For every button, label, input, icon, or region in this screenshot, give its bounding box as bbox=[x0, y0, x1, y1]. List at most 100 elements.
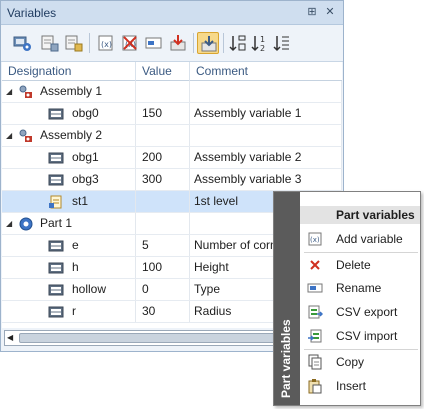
sort-order-icon[interactable] bbox=[271, 32, 293, 54]
menu-item-label: Rename bbox=[336, 281, 382, 295]
insert-icon bbox=[307, 378, 323, 394]
variable-icon bbox=[48, 260, 64, 276]
tree-row-group[interactable]: ◢ Assembly 1 bbox=[2, 81, 342, 103]
menu-item-insert[interactable]: Insert bbox=[300, 375, 420, 397]
menu-separator bbox=[304, 349, 418, 350]
menu-item-label: Delete bbox=[336, 258, 371, 272]
assembly-icon bbox=[18, 128, 34, 144]
column-header-value[interactable]: Value bbox=[136, 62, 190, 81]
context-menu: Part variables Part variables (x) Add va… bbox=[273, 191, 421, 406]
rename-icon bbox=[307, 280, 323, 296]
svg-text:(x): (x) bbox=[310, 236, 320, 244]
menu-item-label: CSV import bbox=[336, 329, 398, 343]
delete-variable-icon[interactable]: (x) bbox=[119, 32, 141, 54]
menu-item-delete[interactable]: Delete bbox=[300, 254, 420, 276]
global-variables-icon[interactable] bbox=[63, 32, 85, 54]
row-label: obg3 bbox=[72, 172, 99, 186]
assembly-icon bbox=[18, 84, 34, 100]
add-variable-icon: (x) bbox=[307, 231, 323, 247]
toolbar-separator bbox=[223, 33, 224, 53]
rename-variable-icon[interactable] bbox=[143, 32, 165, 54]
row-label: hollow bbox=[72, 282, 107, 296]
close-icon[interactable]: ✕ bbox=[323, 5, 337, 19]
delete-x-icon bbox=[307, 257, 323, 273]
tree-row-variable[interactable]: obg0 150 Assembly variable 1 bbox=[2, 103, 342, 125]
menu-item-csv-import[interactable]: CSV import bbox=[300, 325, 420, 347]
menu-item-copy[interactable]: Copy bbox=[300, 351, 420, 373]
export-variable-icon[interactable] bbox=[167, 32, 189, 54]
part-icon bbox=[18, 216, 34, 232]
row-label: r bbox=[72, 304, 76, 318]
menu-item-csv-export[interactable]: CSV export bbox=[300, 301, 420, 323]
row-label: Assembly 2 bbox=[40, 128, 103, 142]
collapse-arrow-icon[interactable]: ◢ bbox=[6, 125, 16, 146]
csv-export-icon bbox=[307, 304, 323, 320]
variable-icon bbox=[48, 238, 64, 254]
row-label: obg1 bbox=[72, 150, 99, 164]
row-comment[interactable]: Assembly variable 1 bbox=[190, 103, 342, 124]
toolbar-separator bbox=[193, 33, 194, 53]
csv-import-icon bbox=[307, 328, 323, 344]
row-value bbox=[136, 213, 190, 234]
auto-update-icon[interactable] bbox=[197, 32, 219, 54]
row-label: Part 1 bbox=[40, 216, 73, 230]
variable-icon bbox=[48, 304, 64, 320]
row-label: h bbox=[72, 260, 79, 274]
scrollbar-thumb[interactable] bbox=[19, 333, 279, 343]
variable-icon bbox=[48, 150, 64, 166]
tree-row-variable[interactable]: obg1 200 Assembly variable 2 bbox=[2, 147, 342, 169]
copy-icon bbox=[307, 354, 323, 370]
pin-icon[interactable]: ⊞ bbox=[305, 5, 319, 19]
grid-header: Designation Value Comment bbox=[2, 62, 342, 81]
sort-descending-icon[interactable]: 12 bbox=[249, 32, 271, 54]
toolbar: (x) (x) 12 bbox=[1, 26, 343, 62]
toolbar-separator bbox=[89, 33, 90, 53]
row-value[interactable]: 30 bbox=[136, 301, 190, 322]
collapse-arrow-icon[interactable]: ◢ bbox=[6, 81, 16, 102]
row-value[interactable]: 5 bbox=[136, 235, 190, 256]
menu-item-label: Insert bbox=[336, 379, 367, 393]
sort-ascending-icon[interactable] bbox=[227, 32, 249, 54]
menu-item-label: CSV export bbox=[336, 305, 398, 319]
variable-icon bbox=[48, 172, 64, 188]
menu-item-add-variable[interactable]: (x) Add variable bbox=[300, 228, 420, 250]
row-value bbox=[136, 81, 190, 102]
row-comment bbox=[190, 125, 342, 146]
context-menu-header: Part variables bbox=[300, 206, 420, 224]
row-comment[interactable]: Assembly variable 3 bbox=[190, 169, 342, 190]
svg-text:1: 1 bbox=[260, 35, 265, 44]
row-value[interactable]: 100 bbox=[136, 257, 190, 278]
collapse-arrow-icon[interactable]: ◢ bbox=[6, 213, 16, 234]
assembly-variables-icon[interactable] bbox=[39, 32, 61, 54]
svg-text:(x): (x) bbox=[101, 40, 112, 49]
row-label: st1 bbox=[72, 194, 89, 208]
row-value bbox=[136, 125, 190, 146]
row-value[interactable]: 0 bbox=[136, 279, 190, 300]
variable-icon bbox=[48, 282, 64, 298]
row-value[interactable]: 150 bbox=[136, 103, 190, 124]
tree-row-variable[interactable]: obg3 300 Assembly variable 3 bbox=[2, 169, 342, 191]
tree-row-group[interactable]: ◢ Assembly 2 bbox=[2, 125, 342, 147]
menu-item-rename[interactable]: Rename bbox=[300, 277, 420, 299]
scroll-left-arrow-icon[interactable]: ◀ bbox=[7, 334, 17, 342]
row-label: e bbox=[72, 238, 79, 252]
svg-text:2: 2 bbox=[260, 44, 265, 53]
panel-title-bar: Variables ⊞ ✕ bbox=[1, 1, 343, 25]
row-value[interactable]: 200 bbox=[136, 147, 190, 168]
row-comment bbox=[190, 81, 342, 102]
column-header-comment[interactable]: Comment bbox=[190, 62, 342, 81]
row-comment[interactable]: Assembly variable 2 bbox=[190, 147, 342, 168]
column-header-designation[interactable]: Designation bbox=[2, 62, 136, 81]
variable-icon bbox=[48, 106, 64, 122]
context-menu-side-title: Part variables bbox=[279, 319, 293, 398]
row-label: obg0 bbox=[72, 106, 99, 120]
new-variable-icon[interactable]: (x) bbox=[95, 32, 117, 54]
part-variables-icon[interactable] bbox=[11, 32, 33, 54]
row-value[interactable] bbox=[136, 191, 190, 212]
row-label: Assembly 1 bbox=[40, 84, 103, 98]
row-value[interactable]: 300 bbox=[136, 169, 190, 190]
menu-separator bbox=[304, 252, 418, 253]
menu-item-label: Add variable bbox=[336, 232, 403, 246]
panel-title: Variables bbox=[7, 6, 57, 20]
menu-item-label: Copy bbox=[336, 355, 365, 369]
